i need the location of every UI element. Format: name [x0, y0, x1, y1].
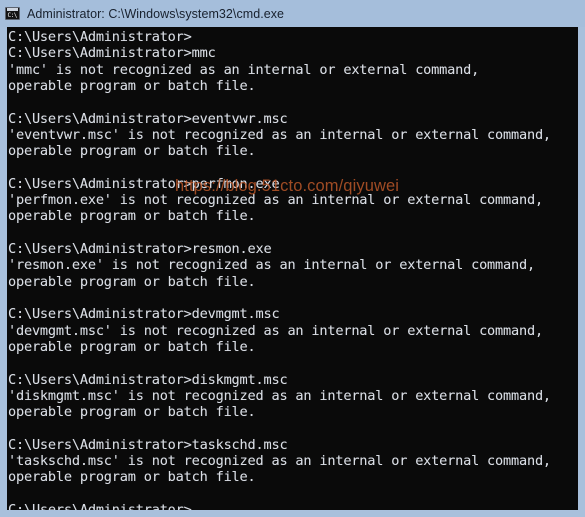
cmd-window: C:\ Administrator: C:\Windows\system32\c…	[0, 0, 585, 517]
window-frame-bottom	[0, 510, 585, 517]
title-bar[interactable]: C:\ Administrator: C:\Windows\system32\c…	[0, 0, 585, 27]
window-frame-right	[578, 27, 585, 510]
console-output-area[interactable]: C:\Users\Administrator> C:\Users\Adminis…	[7, 27, 578, 510]
watermark-url: https://blog.51cto.com/qiyuwei	[175, 177, 400, 195]
cmd-icon: C:\	[5, 7, 20, 20]
console-text: C:\Users\Administrator> C:\Users\Adminis…	[8, 29, 551, 510]
cmd-icon-prompt-glyph: C:\	[7, 12, 18, 19]
window-frame-left	[0, 27, 7, 510]
window-title: Administrator: C:\Windows\system32\cmd.e…	[27, 6, 285, 21]
cmd-icon-titlestrip	[7, 8, 18, 11]
